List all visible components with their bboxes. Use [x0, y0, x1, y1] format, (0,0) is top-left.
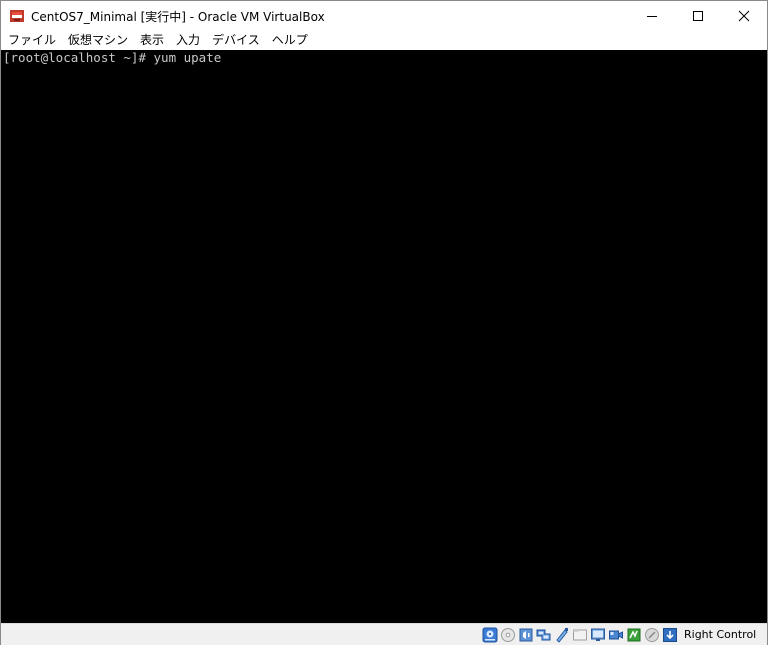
maximize-button[interactable] — [675, 1, 721, 31]
maximize-icon — [693, 11, 703, 21]
cpu-virtualization-icon[interactable] — [626, 627, 642, 643]
network-icon[interactable] — [536, 627, 552, 643]
menu-file[interactable]: ファイル — [1, 31, 62, 50]
audio-icon[interactable] — [518, 627, 534, 643]
menu-help[interactable]: ヘルプ — [266, 31, 314, 50]
menu-bar: ファイル 仮想マシン 表示 入力 デバイス ヘルプ — [1, 31, 767, 50]
menu-devices[interactable]: デバイス — [206, 31, 266, 50]
display-icon[interactable] — [590, 627, 606, 643]
close-button[interactable] — [721, 1, 767, 31]
video-capture-icon[interactable] — [608, 627, 624, 643]
host-key-label: Right Control — [684, 628, 757, 641]
status-bar: Right Control — [1, 623, 767, 645]
virtualbox-window: CentOS7_Minimal [実行中] - Oracle VM Virtua… — [0, 0, 768, 645]
close-icon — [738, 10, 750, 22]
menu-machine[interactable]: 仮想マシン — [62, 31, 134, 50]
minimize-button[interactable] — [629, 1, 675, 31]
window-title: CentOS7_Minimal [実行中] - Oracle VM Virtua… — [31, 10, 325, 24]
title-bar[interactable]: CentOS7_Minimal [実行中] - Oracle VM Virtua… — [1, 1, 767, 31]
menu-view[interactable]: 表示 — [134, 31, 170, 50]
mouse-integration-icon[interactable] — [644, 627, 660, 643]
virtualbox-app-icon[interactable] — [9, 8, 25, 24]
optical-drive-icon[interactable] — [500, 627, 516, 643]
console-command-line: [root@localhost ~]# yum upate — [3, 50, 222, 65]
hard-disk-icon[interactable] — [482, 627, 498, 643]
status-icons-tray — [482, 627, 680, 643]
menu-input[interactable]: 入力 — [170, 31, 206, 50]
keyboard-capture-icon[interactable] — [662, 627, 678, 643]
vm-console-screen[interactable]: [root@localhost ~]# yum upate — [1, 50, 767, 623]
usb-icon[interactable] — [554, 627, 570, 643]
shared-folders-icon[interactable] — [572, 627, 588, 643]
minimize-icon — [647, 16, 657, 17]
